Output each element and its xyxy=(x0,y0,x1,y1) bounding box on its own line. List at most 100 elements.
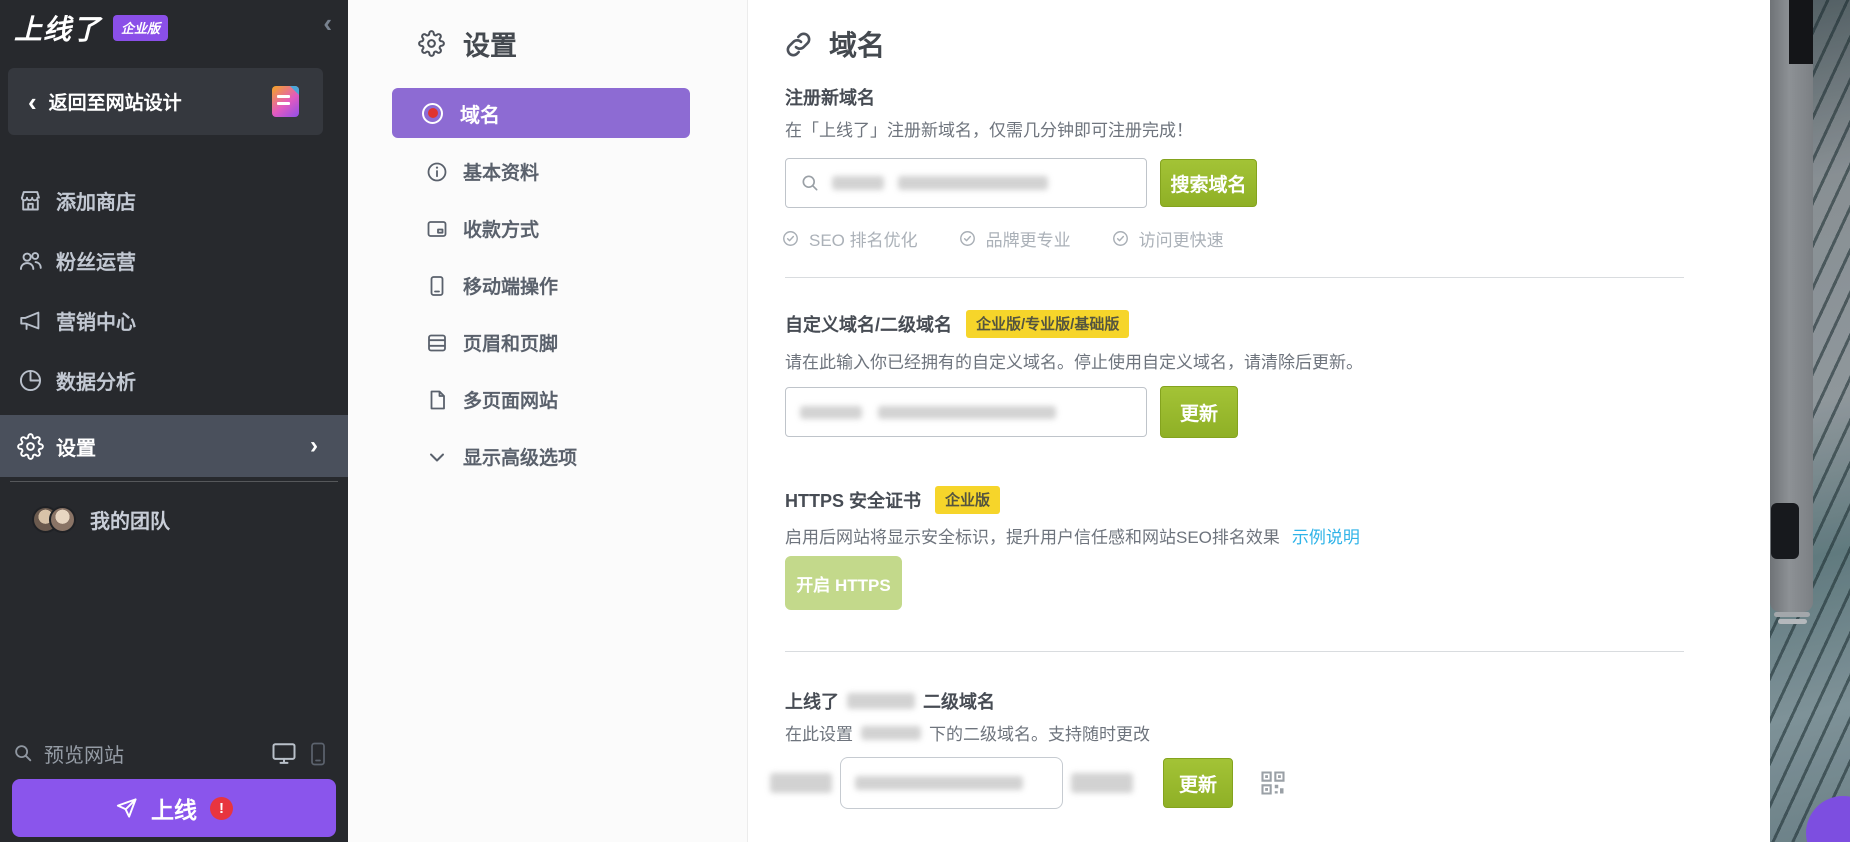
redacted-text xyxy=(832,176,884,190)
https-title: HTTPS 安全证书 xyxy=(785,487,921,513)
check-circle-icon xyxy=(781,229,800,248)
preview-sheet-edge xyxy=(1774,612,1810,617)
sidebar-item-label: 设置 xyxy=(56,432,96,461)
preview-dark-block xyxy=(1789,0,1813,64)
chevron-down-icon xyxy=(425,445,449,469)
search-icon xyxy=(800,173,820,193)
fans-icon xyxy=(17,247,44,274)
payment-card-icon xyxy=(425,217,449,241)
alert-badge: ! xyxy=(210,797,233,820)
sidebar-item-label: 添加商店 xyxy=(56,186,136,215)
https-desc-row: 启用后网站将显示安全标识，提升用户信任感和网站SEO排名效果 示例说明 xyxy=(785,523,1360,548)
redacted-url-suffix xyxy=(1071,773,1133,793)
subdomain-title-row: 上线了 二级域名 xyxy=(785,688,995,714)
team-avatars xyxy=(32,506,76,533)
update-custom-domain-button[interactable]: 更新 xyxy=(1160,386,1238,438)
sidebar-item-add-store[interactable]: 添加商店 xyxy=(0,170,348,230)
benefit-label: 品牌更专业 xyxy=(986,226,1071,251)
nav-item-label: 页眉和页脚 xyxy=(463,329,558,356)
preview-sheet-edge xyxy=(1778,619,1807,624)
section-divider xyxy=(785,651,1684,652)
publish-label: 上线 xyxy=(151,791,197,825)
settings-nav-header: 设置 xyxy=(418,24,517,63)
custom-domain-title-row: 自定义域名/二级域名 企业版/专业版/基础版 xyxy=(785,310,1129,338)
subdomain-desc-row: 在此设置 下的二级域名。支持随时更改 xyxy=(785,720,1150,745)
nav-item-show-advanced[interactable]: 显示高级选项 xyxy=(348,428,747,485)
search-domain-button[interactable]: 搜索域名 xyxy=(1160,159,1257,207)
plan-badge: 企业版 xyxy=(113,15,168,41)
subdomain-input[interactable] xyxy=(840,757,1063,809)
mobile-preview-icon[interactable] xyxy=(310,742,326,766)
custom-domain-input[interactable] xyxy=(785,387,1147,437)
megaphone-icon xyxy=(17,307,44,334)
update-subdomain-button[interactable]: 更新 xyxy=(1163,758,1233,808)
mobile-icon xyxy=(425,274,449,298)
nav-item-mobile[interactable]: 移动端操作 xyxy=(348,257,747,314)
subdomain-desc-suffix: 下的二级域名。支持随时更改 xyxy=(929,720,1150,745)
back-to-designer-button[interactable]: ‹ 返回至网站设计 xyxy=(8,68,323,135)
nav-item-header-footer[interactable]: 页眉和页脚 xyxy=(348,314,747,371)
chat-widget-button[interactable] xyxy=(1806,796,1850,842)
domain-search-input[interactable] xyxy=(785,158,1147,208)
benefit-item: SEO 排名优化 xyxy=(781,226,918,251)
nav-item-domain-selected[interactable]: 域名 xyxy=(392,88,690,138)
domain-header: 域名 xyxy=(783,24,885,64)
settings-nav-panel: 设置 域名 基本资料 收款方式 移动端操作 页眉和页脚 xyxy=(348,0,748,842)
custom-domain-title: 自定义域名/二级域名 xyxy=(785,311,952,337)
gear-icon xyxy=(418,30,445,57)
sidebar-menu: 添加商店 粉丝运营 营销中心 数据分析 xyxy=(0,170,348,410)
sidebar-item-my-team[interactable]: 我的团队 xyxy=(0,492,348,546)
site-preview-sliver xyxy=(1770,0,1850,842)
subdomain-title-suffix: 二级域名 xyxy=(923,688,995,714)
redacted-text xyxy=(847,693,915,709)
benefit-label: SEO 排名优化 xyxy=(809,226,918,251)
custom-domain-desc: 请在此输入你已经拥有的自定义域名。停止使用自定义域名，请清除后更新。 xyxy=(785,348,1363,373)
settings-nav-title: 设置 xyxy=(463,24,517,63)
sidebar-item-label: 营销中心 xyxy=(56,306,136,335)
nav-item-label: 多页面网站 xyxy=(463,386,558,413)
plan-tier-badge: 企业版 xyxy=(935,486,1000,514)
app-window: 上线了 企业版 ‹ ‹ 返回至网站设计 添加商店 粉丝运营 营销中心 xyxy=(0,0,1850,842)
nav-item-basic-info[interactable]: 基本资料 xyxy=(348,143,747,200)
logo-row: 上线了 企业版 xyxy=(14,8,168,48)
scrollbar-thumb[interactable] xyxy=(1771,503,1799,559)
redacted-text xyxy=(855,776,1023,790)
sidebar-item-fans[interactable]: 粉丝运营 xyxy=(0,230,348,290)
enable-https-button[interactable]: 开启 HTTPS xyxy=(785,556,902,610)
https-title-row: HTTPS 安全证书 企业版 xyxy=(785,486,1000,514)
back-chevron-icon: ‹ xyxy=(28,89,37,115)
nav-item-multipage[interactable]: 多页面网站 xyxy=(348,371,747,428)
domain-panel: 域名 注册新域名 在「上线了」注册新域名，仅需几分钟即可注册完成！ 搜索域名 S… xyxy=(748,0,1770,842)
subdomain-desc-prefix: 在此设置 xyxy=(785,720,853,745)
nav-item-payment[interactable]: 收款方式 xyxy=(348,200,747,257)
sidebar-item-label: 粉丝运营 xyxy=(56,246,136,275)
sidebar: 上线了 企业版 ‹ ‹ 返回至网站设计 添加商店 粉丝运营 营销中心 xyxy=(0,0,348,842)
plan-tier-badge: 企业版/专业版/基础版 xyxy=(966,310,1129,338)
sidebar-item-analytics[interactable]: 数据分析 xyxy=(0,350,348,410)
magnifier-icon xyxy=(12,742,34,764)
publish-button[interactable]: 上线 ! xyxy=(12,779,336,837)
page-icon xyxy=(425,388,449,412)
qr-code-icon[interactable] xyxy=(1259,769,1287,797)
https-example-link[interactable]: 示例说明 xyxy=(1292,523,1360,548)
https-desc: 启用后网站将显示安全标识，提升用户信任感和网站SEO排名效果 xyxy=(785,523,1280,548)
nav-item-label: 收款方式 xyxy=(463,215,539,242)
sidebar-item-marketing[interactable]: 营销中心 xyxy=(0,290,348,350)
sidebar-item-label: 我的团队 xyxy=(90,505,170,534)
collapse-sidebar-icon[interactable]: ‹ xyxy=(323,10,332,36)
nav-item-label: 显示高级选项 xyxy=(463,443,577,470)
redacted-text xyxy=(861,726,921,740)
redacted-text xyxy=(878,406,1056,419)
avatar xyxy=(49,506,76,533)
page-title: 域名 xyxy=(829,24,885,64)
sidebar-item-label: 数据分析 xyxy=(56,366,136,395)
desktop-preview-icon[interactable] xyxy=(270,739,298,767)
check-circle-icon xyxy=(1111,229,1130,248)
sidebar-divider xyxy=(10,481,338,482)
register-domain-title: 注册新域名 xyxy=(785,84,875,110)
sidebar-item-settings[interactable]: 设置 › xyxy=(0,415,348,477)
app-logo: 上线了 xyxy=(14,8,101,48)
info-icon xyxy=(425,160,449,184)
benefit-item: 访问更快速 xyxy=(1111,226,1224,251)
preview-site-button[interactable]: 预览网站 xyxy=(0,733,348,773)
